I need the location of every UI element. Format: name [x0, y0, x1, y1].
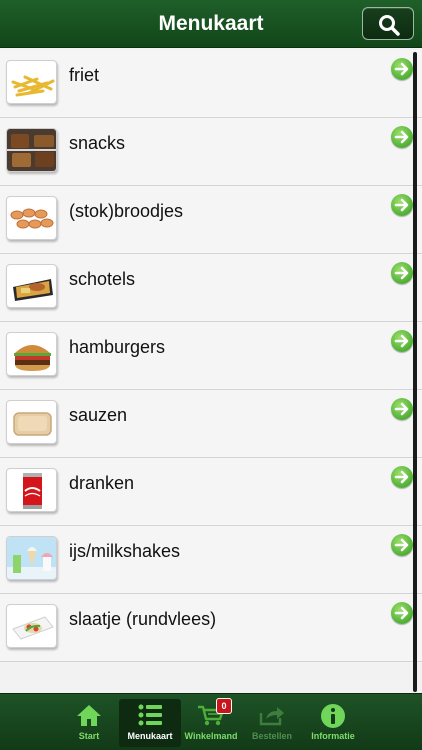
scrollbar[interactable] [413, 52, 417, 692]
share-icon [259, 707, 284, 726]
page-title: Menukaart [158, 12, 264, 35]
salad-icon [6, 604, 57, 648]
chevron-right-icon[interactable] [391, 602, 413, 624]
tab-menukaart[interactable]: Menukaart [119, 699, 181, 747]
tab-bestellen[interactable]: Bestellen [241, 699, 303, 747]
chevron-right-icon[interactable] [391, 194, 413, 216]
home-icon [77, 705, 101, 726]
chevron-right-icon[interactable] [391, 126, 413, 148]
tab-informatie[interactable]: Informatie [302, 699, 364, 747]
menu-item-slaatje[interactable]: slaatje (rundvlees) [0, 594, 422, 662]
ice-cream-icon [6, 536, 57, 580]
tab-winkelmand[interactable]: 0 Winkelmand [180, 698, 242, 747]
tab-label: Winkelmand [184, 731, 238, 741]
chevron-right-icon[interactable] [391, 398, 413, 420]
chevron-right-icon[interactable] [391, 330, 413, 352]
menu-item-schotels[interactable]: schotels [0, 254, 422, 322]
snacks-icon [6, 128, 57, 172]
list-icon [138, 704, 162, 726]
menu-item-label: snacks [69, 133, 126, 153]
menu-item-ijs-milkshakes[interactable]: ijs/milkshakes [0, 526, 422, 594]
chevron-right-icon[interactable] [391, 466, 413, 488]
menu-item-label: slaatje (rundvlees) [69, 609, 217, 629]
cart-count-badge: 0 [216, 698, 232, 714]
search-icon [379, 15, 400, 36]
cola-can-icon [6, 468, 57, 512]
tab-label: Bestellen [251, 731, 293, 741]
menu-item-friet[interactable]: friet [0, 50, 422, 118]
chevron-right-icon[interactable] [391, 58, 413, 80]
chevron-right-icon[interactable] [391, 534, 413, 556]
fries-icon [6, 60, 57, 104]
menu-item-snacks[interactable]: snacks [0, 118, 422, 186]
tab-label: Start [78, 731, 100, 741]
tab-bar: Start Menukaart 0 Winkelmand Bestellen I… [0, 693, 422, 750]
menu-item-label: friet [69, 65, 100, 85]
chevron-right-icon[interactable] [391, 262, 413, 284]
info-icon [321, 704, 345, 728]
menu-item-label: schotels [69, 269, 136, 289]
menu-item-stokbroodjes[interactable]: (stok)broodjes [0, 186, 422, 254]
tab-label: Menukaart [127, 731, 173, 741]
tab-label: Informatie [311, 731, 355, 741]
tab-start[interactable]: Start [58, 699, 120, 747]
menu-item-label: (stok)broodjes [69, 201, 184, 221]
menu-item-hamburgers[interactable]: hamburgers [0, 322, 422, 390]
menu-list: friet snacks (stok)broodjes schotels ham… [0, 48, 422, 693]
menu-item-label: sauzen [69, 405, 128, 425]
menu-item-dranken[interactable]: dranken [0, 458, 422, 526]
menu-item-label: dranken [69, 473, 135, 493]
menu-item-label: hamburgers [69, 337, 166, 357]
sauce-icon [6, 400, 57, 444]
navigation-bar: Menukaart [0, 0, 422, 48]
hamburger-icon [6, 332, 57, 376]
search-button[interactable] [362, 7, 414, 40]
menu-item-sauzen[interactable]: sauzen [0, 390, 422, 458]
rolls-icon [6, 196, 57, 240]
platter-icon [6, 264, 57, 308]
menu-item-label: ijs/milkshakes [69, 541, 181, 561]
